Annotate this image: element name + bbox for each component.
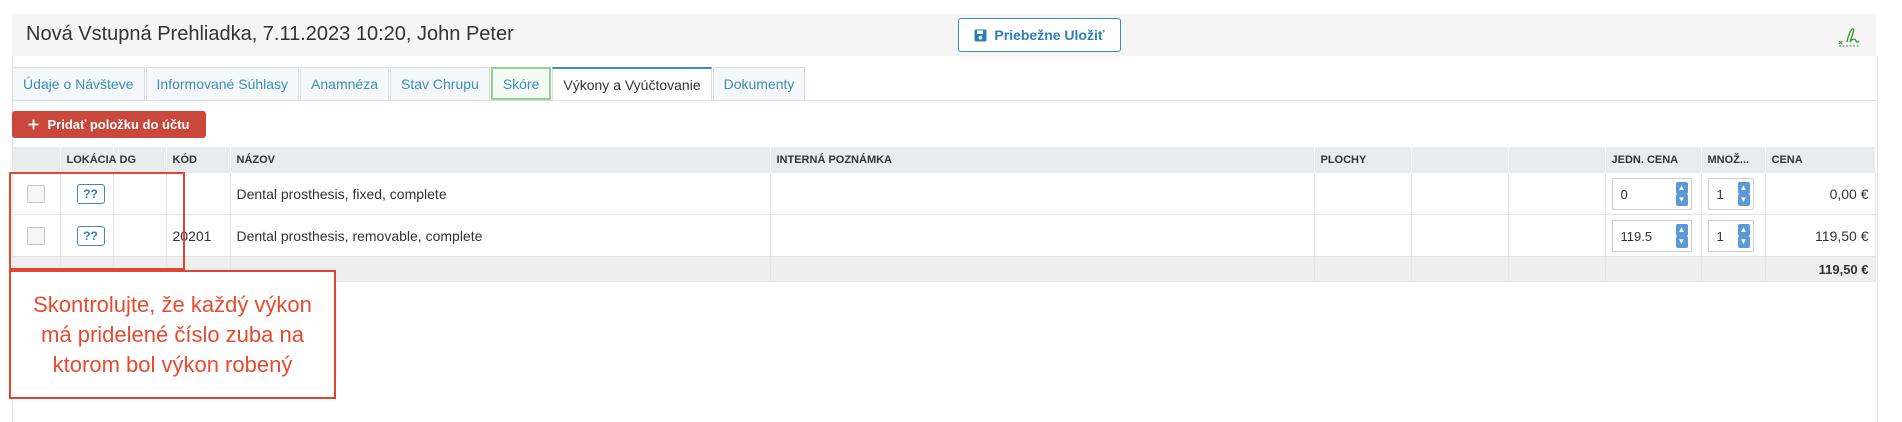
quantity-column-header: MNOŽ... — [1701, 147, 1766, 173]
quantity-cell: 1 ▲ ▼ — [1701, 214, 1766, 257]
quantity-cell: 1 ▲ ▼ — [1701, 173, 1766, 215]
tabs-divider — [12, 100, 1876, 101]
quantity-input[interactable]: 1 ▲ ▼ — [1707, 219, 1754, 252]
tab-score[interactable]: Skóre — [490, 67, 552, 100]
blank-cell — [1411, 173, 1509, 215]
price-cell: 0,00 € — [1765, 173, 1876, 215]
tab-procedures-billing[interactable]: Výkony a Vyúčtovanie — [552, 67, 712, 100]
quantity-value: 1 — [1716, 186, 1724, 202]
unit-price-column-header: JEDN. CENA — [1605, 147, 1702, 173]
select-column-header — [13, 147, 61, 173]
instruction-callout-text: Skontrolujte, že každý výkon má pridelen… — [33, 291, 312, 377]
unit-price-value: 119.5 — [1620, 228, 1653, 244]
decrement-icon[interactable]: ▼ — [1737, 235, 1750, 248]
tab-documents[interactable]: Dokumenty — [712, 67, 806, 100]
plus-icon — [28, 119, 39, 130]
price-column-header: CENA — [1765, 147, 1876, 173]
total-blank-cell — [1411, 256, 1509, 282]
tab-informed-consents[interactable]: Informované Súhlasy — [145, 67, 300, 100]
increment-icon[interactable]: ▲ — [1737, 223, 1750, 236]
increment-icon[interactable]: ▲ — [1737, 181, 1750, 194]
blank-column-header — [1411, 147, 1509, 173]
total-blank-cell — [1605, 256, 1702, 282]
table-row: ?? Dental prosthesis, fixed, complete 0 … — [13, 173, 1876, 215]
decrement-icon[interactable]: ▼ — [1737, 193, 1750, 206]
tab-anamnesis[interactable]: Anamnéza — [300, 67, 389, 100]
location-column-header: LOKÁCIA — [60, 147, 117, 173]
note-column-header: INTERNÁ POZNÁMKA — [770, 147, 1315, 173]
quantity-value: 1 — [1716, 228, 1724, 244]
unit-price-cell: 119.5 ▲ ▼ — [1605, 214, 1702, 257]
instruction-callout: Skontrolujte, že každý výkon má pridelen… — [9, 270, 336, 399]
tab-dental-status[interactable]: Stav Chrupu — [389, 67, 490, 100]
visit-title: Nová Vstupná Prehliadka, 7.11.2023 10:20… — [26, 23, 514, 45]
blank-column-header — [1508, 147, 1606, 173]
total-blank-cell — [770, 256, 1315, 282]
dg-column-header: DG — [113, 147, 167, 173]
floppy-disk-icon — [974, 29, 987, 41]
increment-icon[interactable]: ▲ — [1675, 181, 1688, 194]
note-cell[interactable] — [770, 214, 1315, 257]
location-highlight-box — [9, 172, 185, 270]
increment-icon[interactable]: ▲ — [1675, 223, 1688, 236]
blank-cell — [1508, 173, 1606, 215]
quantity-input[interactable]: 1 ▲ ▼ — [1707, 177, 1754, 210]
unit-price-cell: 0 ▲ ▼ — [1605, 173, 1702, 215]
surfaces-cell — [1314, 173, 1412, 215]
blank-cell — [1411, 214, 1509, 257]
visit-header: Nová Vstupná Prehliadka, 7.11.2023 10:20… — [12, 14, 1876, 56]
total-blank-cell — [1314, 256, 1412, 282]
name-cell: Dental prosthesis, removable, complete — [230, 214, 771, 257]
visit-page: Nová Vstupná Prehliadka, 7.11.2023 10:20… — [0, 0, 1902, 422]
total-price: 119,50 € — [1765, 256, 1876, 282]
save-progress-label: Priebežne Uložiť — [994, 27, 1105, 43]
unit-price-input[interactable]: 119.5 ▲ ▼ — [1611, 219, 1692, 252]
name-column-header: NÁZOV — [230, 147, 771, 173]
blank-cell — [1508, 214, 1606, 257]
price-cell: 119,50 € — [1765, 214, 1876, 257]
decrement-icon[interactable]: ▼ — [1675, 193, 1688, 206]
name-cell: Dental prosthesis, fixed, complete — [230, 173, 771, 215]
table-row: ?? 20201 Dental prosthesis, removable, c… — [13, 214, 1876, 257]
save-progress-button[interactable]: Priebežne Uložiť — [958, 18, 1121, 52]
add-bill-item-label: Pridať položku do účtu — [47, 117, 190, 132]
surfaces-cell — [1314, 214, 1412, 257]
visit-tabs: Údaje o Návšteve Informované Súhlasy Ana… — [12, 67, 806, 101]
unit-price-value: 0 — [1620, 186, 1628, 202]
unit-price-input[interactable]: 0 ▲ ▼ — [1611, 177, 1692, 210]
tab-visit-details[interactable]: Údaje o Návšteve — [12, 67, 145, 100]
code-column-header: KÓD — [166, 147, 231, 173]
decrement-icon[interactable]: ▼ — [1675, 235, 1688, 248]
signature-icon[interactable] — [1838, 24, 1860, 48]
add-bill-item-button[interactable]: Pridať položku do účtu — [12, 111, 206, 138]
billing-items-table: LOKÁCIA DG KÓD NÁZOV INTERNÁ POZNÁMKA PL… — [13, 147, 1876, 282]
surfaces-column-header: PLOCHY — [1314, 147, 1412, 173]
note-cell[interactable] — [770, 173, 1315, 215]
total-blank-cell — [1701, 256, 1766, 282]
table-header-row: LOKÁCIA DG KÓD NÁZOV INTERNÁ POZNÁMKA PL… — [13, 147, 1876, 173]
total-blank-cell — [1508, 256, 1606, 282]
